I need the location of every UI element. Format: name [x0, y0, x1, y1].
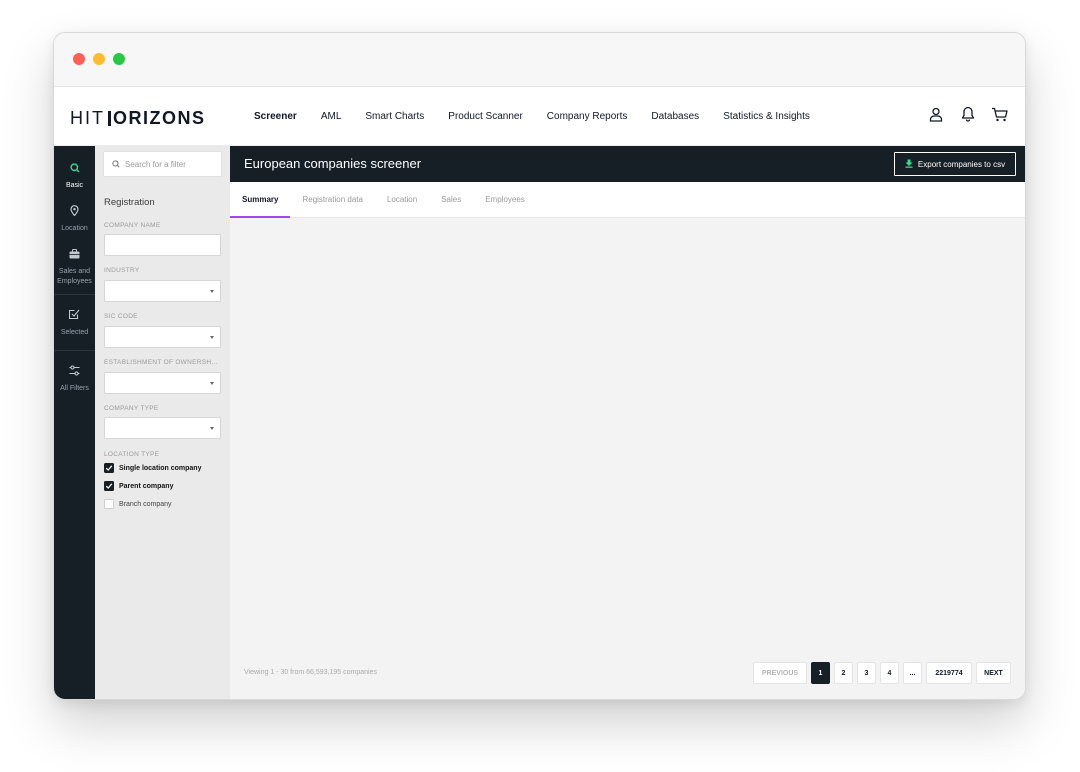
location-option-parent[interactable]: Parent company	[104, 481, 173, 491]
tab-location[interactable]: Location	[375, 182, 429, 217]
rail-label: Location	[61, 225, 88, 232]
search-icon	[69, 160, 80, 178]
sic-code-select[interactable]	[104, 326, 221, 348]
page-button-2[interactable]: 2	[834, 662, 853, 684]
filter-category-rail: Basic Location Sales and Employees Selec…	[54, 146, 95, 699]
screener-header: European companies screener Export compa…	[230, 146, 1025, 182]
filter-search-box[interactable]	[103, 151, 222, 177]
company-name-field[interactable]	[104, 234, 221, 256]
location-option-branch[interactable]: Branch company	[104, 499, 172, 509]
rail-item-all-filters[interactable]: All Filters	[54, 363, 95, 394]
page-button-3[interactable]: 3	[857, 662, 876, 684]
maximize-window-button[interactable]	[113, 53, 125, 65]
logo-bar	[108, 110, 111, 126]
sic-code-label: SIC CODE	[104, 313, 138, 320]
chevron-down-icon	[210, 426, 214, 430]
close-window-button[interactable]	[73, 53, 85, 65]
top-navigation: HIT ORIZONS Screener AML Smart Charts Pr…	[54, 87, 1025, 146]
briefcase-icon	[69, 246, 80, 264]
checkbox-edit-icon	[68, 307, 80, 325]
rail-label: Basic	[65, 182, 84, 189]
nav-statistics-insights[interactable]: Statistics & Insights	[723, 111, 810, 122]
main-nav: Screener AML Smart Charts Product Scanne…	[242, 87, 822, 146]
nav-databases[interactable]: Databases	[651, 111, 699, 122]
location-option-label: Single location company	[119, 464, 202, 472]
industry-select[interactable]	[104, 280, 221, 302]
location-option-label: Branch company	[119, 500, 172, 508]
checkbox-checked[interactable]	[104, 481, 114, 491]
results-count: Viewing 1 - 30 from 66,593,195 companies	[244, 669, 377, 676]
last-page-button[interactable]: 2219774	[926, 662, 972, 684]
page-title: European companies screener	[244, 156, 422, 171]
nav-company-reports[interactable]: Company Reports	[547, 111, 628, 122]
nav-smart-charts[interactable]: Smart Charts	[365, 111, 424, 122]
browser-window: HIT ORIZONS Screener AML Smart Charts Pr…	[53, 32, 1026, 700]
tab-registration-data[interactable]: Registration data	[290, 182, 374, 217]
cart-icon[interactable]	[991, 105, 1009, 123]
nav-aml[interactable]: AML	[321, 111, 342, 122]
rail-divider	[54, 294, 95, 295]
nav-icons	[927, 105, 1009, 123]
chevron-down-icon	[210, 335, 214, 339]
chevron-down-icon	[210, 289, 214, 293]
next-page-button[interactable]: NEXT	[976, 662, 1011, 684]
page-ellipsis: ...	[903, 662, 922, 684]
company-name-label: COMPANY NAME	[104, 222, 161, 229]
location-option-label: Parent company	[119, 482, 174, 490]
result-tabs: Summary Registration data Location Sales…	[230, 182, 1025, 218]
minimize-window-button[interactable]	[93, 53, 105, 65]
hithorizons-logo[interactable]: HIT ORIZONS	[70, 108, 206, 128]
rail-item-selected[interactable]: Selected	[54, 307, 95, 338]
chevron-down-icon	[210, 381, 214, 385]
rail-divider	[54, 350, 95, 351]
rail-label: All Filters	[60, 385, 89, 392]
industry-label: INDUSTRY	[104, 267, 140, 274]
rail-item-location[interactable]: Location	[54, 203, 95, 234]
filter-search-input[interactable]	[125, 159, 221, 169]
bell-icon[interactable]	[959, 105, 977, 123]
location-option-single[interactable]: Single location company	[104, 463, 201, 473]
search-icon	[112, 155, 120, 173]
registration-section-title: Registration	[104, 197, 155, 208]
establishment-label: ESTABLISHMENT OF OWNERSH...	[104, 359, 218, 366]
pin-icon	[70, 203, 79, 221]
rail-label: Selected	[60, 329, 89, 336]
page-button-4[interactable]: 4	[880, 662, 899, 684]
export-csv-label: Export companies to csv	[917, 159, 1006, 169]
previous-page-button[interactable]: PREVIOUS	[753, 662, 807, 684]
tab-employees[interactable]: Employees	[473, 182, 537, 217]
rail-item-basic[interactable]: Basic	[54, 160, 95, 191]
rail-label: Sales and Employees	[57, 268, 92, 285]
nav-product-scanner[interactable]: Product Scanner	[448, 111, 523, 122]
checkbox-unchecked[interactable]	[104, 499, 114, 509]
filter-panel: Registration COMPANY NAME INDUSTRY SIC C…	[95, 146, 230, 699]
location-type-label: LOCATION TYPE	[104, 451, 160, 458]
sliders-icon	[69, 363, 80, 381]
company-type-select[interactable]	[104, 417, 221, 439]
establishment-select[interactable]	[104, 372, 221, 394]
screener-main: European companies screener Export compa…	[230, 146, 1025, 699]
logo-text-bold: ORIZONS	[113, 107, 206, 128]
rail-item-sales-employees[interactable]: Sales and Employees	[54, 246, 95, 287]
export-csv-button[interactable]: Export companies to csv	[894, 152, 1016, 176]
nav-screener[interactable]: Screener	[254, 111, 297, 122]
user-icon[interactable]	[927, 105, 945, 123]
logo-text-light: HIT	[70, 107, 105, 128]
checkbox-checked[interactable]	[104, 463, 114, 473]
tab-summary[interactable]: Summary	[230, 182, 291, 218]
company-type-label: COMPANY TYPE	[104, 405, 159, 412]
page-button-1[interactable]: 1	[811, 662, 830, 684]
download-icon	[905, 155, 913, 173]
window-titlebar	[54, 33, 1025, 87]
pagination: PREVIOUS 1 2 3 4 ... 2219774 NEXT	[753, 662, 1011, 684]
tab-sales[interactable]: Sales	[429, 182, 473, 217]
